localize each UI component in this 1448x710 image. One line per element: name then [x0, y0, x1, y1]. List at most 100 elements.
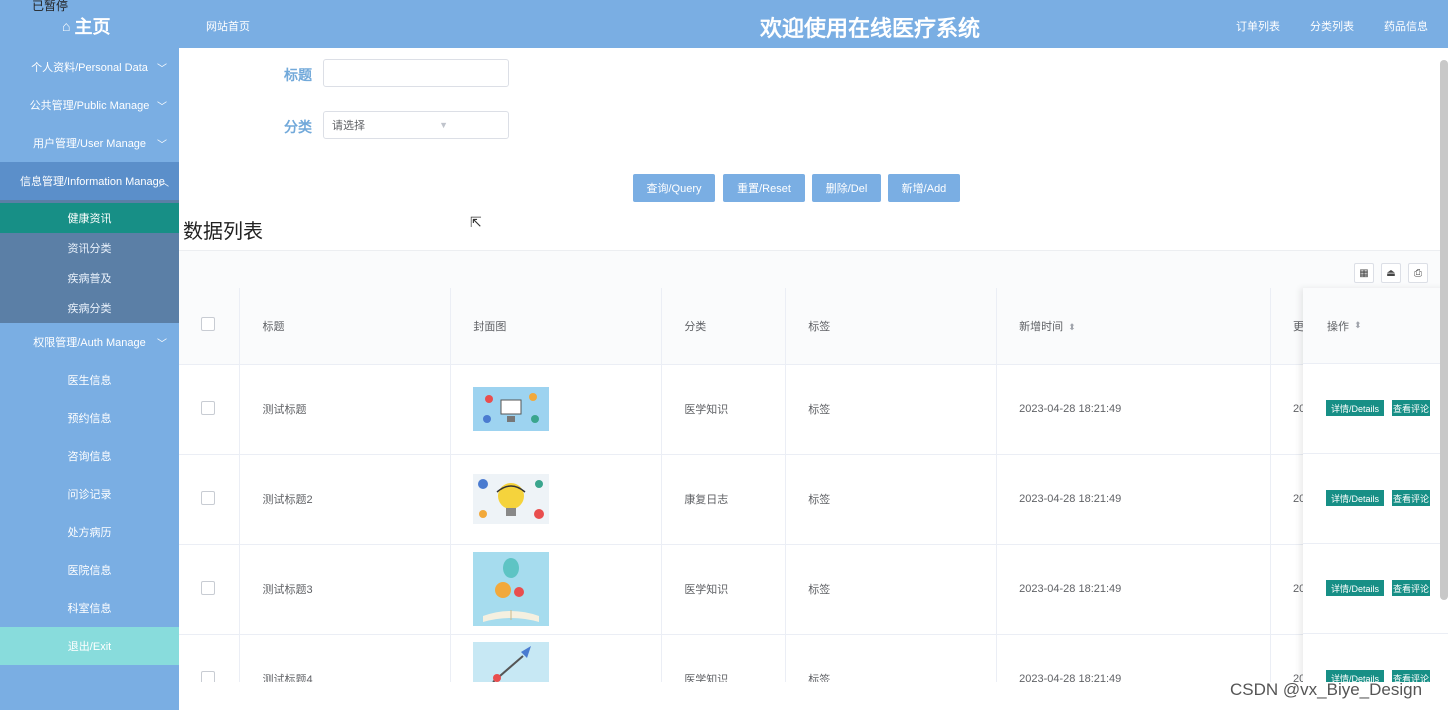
- table-row: 测试标题3 医学知识 标签 2023-04-28 18:21:49 20: [179, 544, 1448, 635]
- row-checkbox[interactable]: [201, 670, 215, 682]
- reset-button[interactable]: 重置/Reset: [723, 174, 805, 202]
- sidebar-item-label: 公共管理/Public Manage: [29, 100, 150, 112]
- row-cover: [450, 454, 663, 545]
- sort-icon[interactable]: ⬍: [1354, 320, 1362, 331]
- sidebar-item-exit[interactable]: 退出/Exit: [0, 627, 179, 665]
- cover-image: [473, 642, 550, 682]
- vertical-scrollbar[interactable]: [1440, 60, 1448, 600]
- category-select-placeholder: 请选择: [332, 120, 365, 132]
- row-category: 医学知识: [661, 634, 787, 682]
- title-search-input[interactable]: [323, 59, 509, 87]
- view-comments-button[interactable]: 查看评论: [1392, 490, 1430, 506]
- sidebar-item-public[interactable]: 公共管理/Public Manage ﹀: [0, 86, 179, 124]
- row-category: 医学知识: [661, 544, 787, 635]
- sidebar-item-visit-record[interactable]: 问诊记录: [0, 475, 179, 513]
- table-row: 测试标题2 康复日志 标签 2023-04-28 18:21:49 20: [179, 454, 1448, 545]
- row-category: 康复日志: [661, 454, 787, 545]
- nav-categories[interactable]: 分类列表: [1310, 18, 1354, 34]
- sidebar-item-auth[interactable]: 权限管理/Auth Manage ﹀: [0, 323, 179, 361]
- ops-row: 详情/Details 查看评论: [1303, 634, 1448, 682]
- sidebar-item-department[interactable]: 科室信息: [0, 589, 179, 627]
- row-checkbox[interactable]: [201, 400, 215, 415]
- sidebar-item-consult[interactable]: 咨询信息: [0, 437, 179, 475]
- row-title: 测试标题4: [239, 634, 452, 682]
- row-created-time: 2023-04-28 18:21:49: [996, 454, 1272, 545]
- table-header-row: 标题 封面图 分类 标签 新增时间 ⬍ 更: [179, 288, 1448, 365]
- row-checkbox[interactable]: [201, 490, 215, 505]
- sidebar-subitem-disease-category[interactable]: 疾病分类: [0, 293, 179, 323]
- column-header-label: 新增时间: [1019, 320, 1064, 333]
- page-title: 欢迎使用在线医疗系统: [759, 16, 980, 41]
- ops-row: 详情/Details 查看评论: [1303, 544, 1448, 634]
- row-title: 测试标题3: [239, 544, 452, 635]
- view-comments-button[interactable]: 查看评论: [1392, 400, 1430, 416]
- sidebar-item-personal[interactable]: 个人资料/Personal Data ﹀: [0, 48, 179, 86]
- sidebar-item-information[interactable]: 信息管理/Information Manage ︿: [0, 162, 179, 200]
- paused-label: 已暂停: [32, 0, 69, 13]
- sidebar-item-label: 个人资料/Personal Data: [31, 62, 148, 74]
- sidebar-item-hospital[interactable]: 医院信息: [0, 551, 179, 589]
- sidebar-item-label: 用户管理/User Manage: [32, 138, 147, 150]
- column-filter-icon[interactable]: ▦: [1354, 263, 1374, 283]
- top-header: ⌂ 主页 网站首页 欢迎使用在线医疗系统 订单列表 分类列表 药品信息: [0, 0, 1448, 48]
- cover-image: [473, 474, 550, 524]
- details-button[interactable]: 详情/Details: [1326, 580, 1384, 596]
- sidebar-item-appointment[interactable]: 预约信息: [0, 399, 179, 437]
- sort-icon[interactable]: ⬍: [1068, 322, 1076, 332]
- table-row: 测试标题 医学知识 标签 2023-04-28 18:21:49 20: [179, 364, 1448, 455]
- export-icon[interactable]: ⏏: [1381, 263, 1401, 283]
- row-tag: 标签: [785, 544, 998, 635]
- column-header-category: 分类: [661, 288, 787, 365]
- row-select-cell: [179, 364, 241, 455]
- sidebar-subitem-disease-knowledge[interactable]: 疾病普及: [0, 263, 179, 293]
- column-header-cover: 封面图: [450, 288, 663, 365]
- cover-image: [473, 387, 550, 431]
- details-button[interactable]: 详情/Details: [1326, 400, 1384, 416]
- ops-row: 详情/Details 查看评论: [1303, 454, 1448, 544]
- row-tag: 标签: [785, 364, 998, 455]
- row-select-cell: [179, 634, 241, 682]
- header-nav: 订单列表 分类列表 药品信息: [1236, 18, 1428, 34]
- row-cover: [450, 634, 663, 682]
- mouse-cursor-icon: ⇱: [470, 214, 482, 230]
- sidebar-item-user[interactable]: 用户管理/User Manage ﹀: [0, 124, 179, 162]
- watermark: CSDN @vx_Biye_Design: [1230, 680, 1423, 699]
- sidebar-item-prescription[interactable]: 处方病历: [0, 513, 179, 551]
- column-header-operations[interactable]: 操作 ⬍: [1303, 288, 1448, 364]
- chevron-up-icon: ︿: [159, 177, 169, 189]
- sidebar: 个人资料/Personal Data ﹀ 公共管理/Public Manage …: [0, 48, 179, 710]
- row-category: 医学知识: [661, 364, 787, 455]
- select-all-cell: [179, 288, 241, 365]
- select-all-checkbox[interactable]: [201, 317, 215, 332]
- chevron-down-icon: ﹀: [157, 63, 167, 75]
- sidebar-subitem-news-category[interactable]: 资讯分类: [0, 233, 179, 263]
- print-icon[interactable]: ⎙: [1408, 263, 1428, 283]
- table-row: 测试标题4 医学知识 标签 2023-04-28 18:21:49 20: [179, 634, 1448, 682]
- category-filter-label: 分类: [284, 119, 312, 135]
- row-checkbox[interactable]: [201, 580, 215, 595]
- row-created-time: 2023-04-28 18:21:49: [996, 634, 1272, 682]
- column-header-created-time[interactable]: 新增时间 ⬍: [996, 288, 1272, 365]
- row-created-time: 2023-04-28 18:21:49: [996, 544, 1272, 635]
- app-frame: 已暂停 ⌂ 主页 网站首页 欢迎使用在线医疗系统 订单列表 分类列表 药品信息 …: [0, 0, 1448, 710]
- sidebar-subitem-health-news[interactable]: 健康资讯: [0, 203, 179, 233]
- add-button[interactable]: 新增/Add: [888, 174, 960, 202]
- query-button[interactable]: 查询/Query: [633, 174, 715, 202]
- title-filter-label: 标题: [284, 67, 312, 83]
- delete-button[interactable]: 删除/Del: [812, 174, 881, 202]
- details-button[interactable]: 详情/Details: [1326, 490, 1384, 506]
- sidebar-item-doctor[interactable]: 医生信息: [0, 361, 179, 399]
- nav-drugs[interactable]: 药品信息: [1384, 18, 1428, 34]
- operations-column: 操作 ⬍ 详情/Details 查看评论 详情/Details 查看评论 详情/…: [1303, 288, 1448, 682]
- column-header-tag: 标签: [785, 288, 998, 365]
- nav-orders[interactable]: 订单列表: [1236, 18, 1280, 34]
- sidebar-item-label: 权限管理/Auth Manage: [33, 337, 146, 349]
- row-select-cell: [179, 544, 241, 635]
- column-header-label: 操作: [1327, 320, 1349, 333]
- cover-image: [473, 552, 550, 626]
- row-select-cell: [179, 454, 241, 545]
- table-toolbar: ▦ ⏏ ⎙: [179, 250, 1448, 288]
- category-select[interactable]: 请选择 ▼: [323, 111, 509, 139]
- chevron-down-icon: ﹀: [157, 139, 167, 151]
- view-comments-button[interactable]: 查看评论: [1392, 580, 1430, 596]
